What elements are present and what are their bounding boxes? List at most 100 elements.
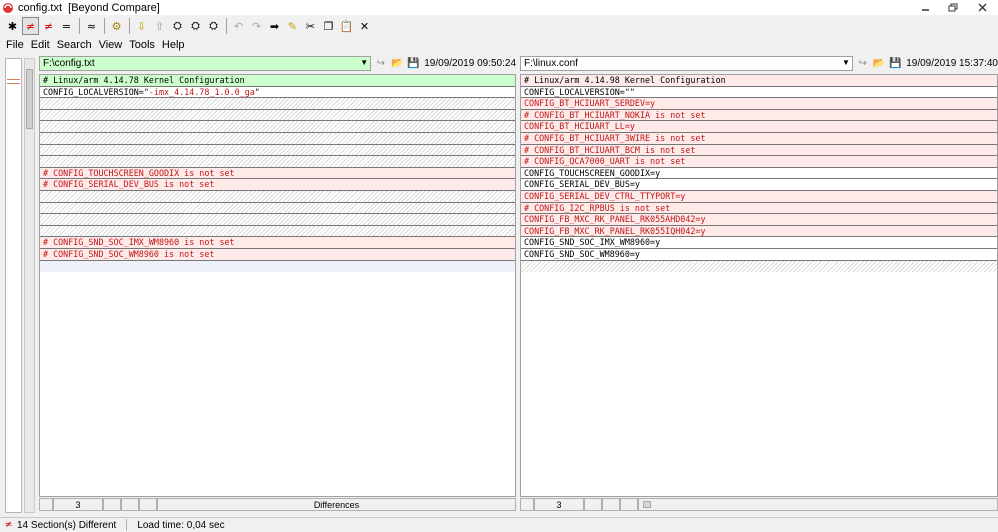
left-text-line[interactable]: CONFIG_LOCALVERSION="-imx_4.14.78_1.0.0_…	[40, 86, 515, 99]
right-text-line[interactable]: CONFIG_LOCALVERSION=""	[521, 86, 997, 99]
cut-button[interactable]: ✂	[302, 17, 319, 35]
status-cell-blank	[584, 498, 602, 511]
vertical-scrollbar[interactable]	[24, 58, 35, 513]
status-cell-blank	[520, 498, 534, 511]
left-text-line[interactable]: # CONFIG_SERIAL_DEV_BUS is not set	[40, 179, 515, 191]
menu-edit[interactable]: Edit	[31, 39, 50, 51]
ignore-unimportant-button[interactable]: ≈	[83, 17, 100, 35]
load-time-text: Load time: 0,04 sec	[137, 519, 225, 531]
left-text-line[interactable]	[40, 202, 515, 215]
find-button[interactable]: ⛭	[169, 17, 186, 35]
right-text-line[interactable]: # CONFIG_BT_HCIUART_NOKIA is not set	[521, 109, 997, 122]
right-text-line[interactable]: CONFIG_BT_HCIUART_LL=y	[521, 121, 997, 133]
save-icon[interactable]: 💾	[407, 57, 420, 71]
left-text-line[interactable]	[40, 190, 515, 203]
open-folder-icon[interactable]: ↪	[374, 57, 387, 71]
filter-icon: ⚙	[111, 19, 122, 33]
menu-help[interactable]: Help	[162, 39, 185, 51]
toolbar-separator	[104, 18, 105, 34]
restore-button[interactable]	[939, 0, 966, 15]
prev-diff-button[interactable]: ⇧	[151, 17, 168, 35]
left-text-line[interactable]	[40, 132, 515, 145]
thumbnail-gutter	[0, 55, 36, 515]
left-text-line[interactable]: # Linux/arm 4.14.78 Kernel Configuration	[40, 75, 515, 87]
right-text-line[interactable]: CONFIG_FB_MXC_RK_PANEL_RK055IQH042=y	[521, 225, 997, 238]
same-button[interactable]: =	[58, 17, 75, 35]
save-icon[interactable]: 💾	[889, 57, 902, 71]
right-horizontal-scrollbar[interactable]	[638, 498, 998, 511]
chevron-down-icon[interactable]: ▼	[360, 58, 368, 67]
right-text-line[interactable]: # CONFIG_I2C_RPBUS is not set	[521, 202, 997, 215]
left-text-line[interactable]	[40, 144, 515, 157]
left-text-line[interactable]	[40, 225, 515, 238]
left-path-combo[interactable]: F:\config.txt ▼	[39, 56, 372, 71]
scrollbar-thumb[interactable]	[26, 69, 33, 129]
redo-button[interactable]: ↷	[248, 17, 265, 35]
right-line-number: 3	[534, 498, 584, 511]
paste-button[interactable]: 📋	[338, 17, 355, 35]
scrollbar-thumb[interactable]	[643, 501, 651, 508]
right-path-combo[interactable]: F:\linux.conf ▼	[520, 56, 853, 71]
diffs-button[interactable]: ≠	[22, 17, 39, 35]
find-prev-button[interactable]: ⛭	[205, 17, 222, 35]
left-text-area[interactable]: # Linux/arm 4.14.78 Kernel Configuration…	[39, 74, 516, 497]
next-diff-button[interactable]: ⇩	[133, 17, 150, 35]
right-text-line[interactable]: # Linux/arm 4.14.98 Kernel Configuration	[521, 75, 997, 87]
left-text-line[interactable]	[40, 109, 515, 122]
left-text-line[interactable]	[40, 156, 515, 168]
menu-bar: File Edit Search View Tools Help	[0, 37, 998, 53]
close-button[interactable]	[966, 0, 998, 15]
open-folder-icon[interactable]: ↪	[856, 57, 869, 71]
status-cell-blank	[103, 498, 121, 511]
close-icon	[978, 3, 986, 12]
right-text-line[interactable]: CONFIG_SERIAL_DEV_CTRL_TTYPORT=y	[521, 190, 997, 203]
minimize-button[interactable]	[912, 0, 939, 15]
right-text-line[interactable]: CONFIG_SND_SOC_WM8960=y	[521, 248, 997, 261]
right-text-line[interactable]: CONFIG_SERIAL_DEV_BUS=y	[521, 179, 997, 191]
window-controls	[912, 0, 998, 15]
right-text-line[interactable]: # CONFIG_BT_HCIUART_BCM is not set	[521, 144, 997, 157]
left-text-line[interactable]: # CONFIG_SND_SOC_IMX_WM8960 is not set	[40, 237, 515, 249]
copy-to-right-button[interactable]: ➡	[266, 17, 283, 35]
left-text-line[interactable]	[40, 214, 515, 226]
right-text-area[interactable]: # Linux/arm 4.14.98 Kernel Configuration…	[520, 74, 998, 497]
menu-search[interactable]: Search	[57, 39, 92, 51]
rules-button[interactable]: ⚙	[108, 17, 125, 35]
right-text-line[interactable]: CONFIG_SND_SOC_IMX_WM8960=y	[521, 237, 997, 249]
menu-tools[interactable]: Tools	[129, 39, 155, 51]
right-text-line[interactable]: CONFIG_BT_HCIUART_SERDEV=y	[521, 98, 997, 110]
left-empty-line[interactable]	[40, 260, 515, 273]
diffs-context-button[interactable]: ≠	[40, 17, 57, 35]
chevron-down-icon[interactable]: ▼	[842, 58, 850, 67]
left-status-row: 3 Differences	[39, 498, 516, 511]
sections-different-text: 14 Section(s) Different	[17, 519, 117, 531]
up-arrow-icon: ⇧	[154, 19, 165, 33]
all-button[interactable]: ✱	[4, 17, 21, 35]
left-text-line[interactable]: # CONFIG_TOUCHSCREEN_GOODIX is not set	[40, 167, 515, 180]
menu-view[interactable]: View	[99, 39, 123, 51]
menu-file[interactable]: File	[6, 39, 24, 51]
browse-folder-icon[interactable]: 📂	[391, 57, 404, 71]
edit-button[interactable]: ✎	[284, 17, 301, 35]
right-arrow-icon: ➡	[269, 19, 280, 33]
left-text-line[interactable]	[40, 121, 515, 133]
find-next-button[interactable]: ⛭	[187, 17, 204, 35]
left-pane: F:\config.txt ▼ ↪ 📂 💾 19/09/2019 09:50:2…	[39, 55, 516, 518]
delete-button[interactable]: ✕	[356, 17, 373, 35]
right-text-line[interactable]: CONFIG_FB_MXC_RK_PANEL_RK055AHD042=y	[521, 214, 997, 226]
close-x-icon: ✕	[359, 19, 370, 33]
right-text-line[interactable]: CONFIG_TOUCHSCREEN_GOODIX=y	[521, 167, 997, 180]
left-text-line[interactable]: # CONFIG_SND_SOC_WM8960 is not set	[40, 248, 515, 261]
right-empty-line[interactable]	[521, 260, 997, 273]
diff-status-icon: ≠	[4, 520, 13, 530]
right-text-line[interactable]: # CONFIG_BT_HCIUART_3WIRE is not set	[521, 132, 997, 145]
undo-button[interactable]: ↶	[230, 17, 247, 35]
minimize-icon	[922, 9, 929, 11]
right-text-line[interactable]: # CONFIG_QCA7000_UART is not set	[521, 156, 997, 168]
copy-button[interactable]: ❐	[320, 17, 337, 35]
difference-thumbnail[interactable]	[5, 58, 22, 513]
browse-folder-icon[interactable]: 📂	[872, 57, 885, 71]
left-text-line[interactable]	[40, 98, 515, 110]
toolbar-separator	[226, 18, 227, 34]
not-equal-icon: ≠	[25, 19, 36, 33]
